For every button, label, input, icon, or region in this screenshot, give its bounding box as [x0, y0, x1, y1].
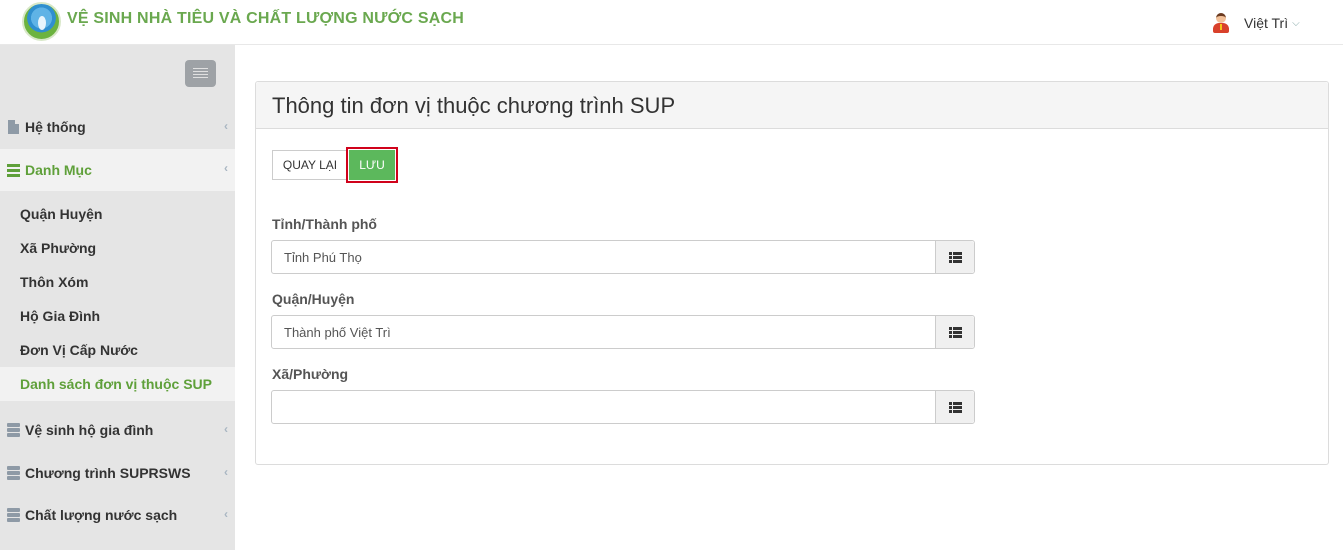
sidebar-subitem-ho-gia-dinh[interactable]: Hộ Gia Đình — [0, 299, 235, 333]
sidebar-subitem-xa-phuong[interactable]: Xã Phường — [0, 231, 235, 265]
chevron-left-icon: ‹ — [224, 119, 228, 133]
user-avatar-icon — [1210, 12, 1232, 34]
sidebar-item-label: Chất lượng nước sạch — [25, 507, 178, 523]
sidebar-item-chuong-trinh-suprsws[interactable]: Chương trình SUPRSWS ‹ — [0, 453, 235, 493]
list-icon — [948, 326, 962, 338]
document-icon — [7, 120, 20, 135]
app-logo[interactable] — [22, 2, 61, 41]
ward-list-button[interactable] — [935, 391, 974, 423]
back-button[interactable]: QUAY LẠI — [272, 150, 348, 180]
top-header: VỆ SINH NHÀ TIÊU VÀ CHẤT LƯỢNG NƯỚC SẠCH… — [0, 0, 1343, 45]
server-icon — [7, 508, 20, 523]
sidebar: Hệ thống ‹ Danh Mục ‹ Quận Huyện Xã Phườ… — [0, 45, 235, 550]
chevron-left-icon: ‹ — [224, 507, 228, 521]
user-name: Việt Trì — [1244, 15, 1289, 31]
sidebar-subitem-don-vi-cap-nuoc[interactable]: Đơn Vị Cấp Nước — [0, 333, 235, 367]
sidebar-toggle-button[interactable] — [185, 60, 216, 87]
district-value: Thành phố Việt Trì — [284, 325, 391, 340]
sidebar-subitem-danh-sach-sup[interactable]: Danh sách đơn vị thuộc SUP — [0, 367, 235, 401]
list-icon — [948, 251, 962, 263]
district-field[interactable]: Thành phố Việt Trì — [271, 315, 975, 349]
user-menu[interactable]: Việt Trì ⌵ — [1210, 11, 1300, 35]
sidebar-item-he-thong[interactable]: Hệ thống ‹ — [0, 107, 235, 147]
district-label: Quận/Huyện — [272, 291, 355, 307]
list-icon — [948, 401, 962, 413]
ward-field[interactable] — [271, 390, 975, 424]
server-icon — [7, 466, 20, 481]
save-button-highlight: LƯU — [346, 147, 398, 183]
sidebar-item-chat-luong-nuoc-sach[interactable]: Chất lượng nước sạch ‹ — [0, 495, 235, 535]
sidebar-item-label: Hệ thống — [25, 119, 86, 135]
sidebar-subitem-thon-xom[interactable]: Thôn Xóm — [0, 265, 235, 299]
chevron-left-icon: ‹ — [224, 465, 228, 479]
sidebar-item-label: Chương trình SUPRSWS — [25, 465, 191, 481]
chevron-down-icon: ⌵ — [1292, 17, 1300, 29]
province-value: Tỉnh Phú Thọ — [284, 250, 362, 265]
sidebar-item-danh-muc[interactable]: Danh Mục ‹ — [0, 149, 235, 191]
server-icon — [7, 423, 20, 438]
ward-label: Xã/Phường — [272, 366, 349, 382]
district-list-button[interactable] — [935, 316, 974, 348]
sidebar-item-label: Vệ sinh hộ gia đình — [25, 422, 154, 438]
save-button[interactable]: LƯU — [349, 150, 395, 180]
page-title: Thông tin đơn vị thuộc chương trình SUP — [272, 93, 676, 118]
sup-unit-form-panel: Thông tin đơn vị thuộc chương trình SUP … — [255, 81, 1329, 465]
sidebar-subitem-quan-huyen[interactable]: Quận Huyện — [0, 197, 235, 231]
province-list-button[interactable] — [935, 241, 974, 273]
bars-icon — [7, 163, 20, 178]
province-field[interactable]: Tỉnh Phú Thọ — [271, 240, 975, 274]
chevron-left-icon: ‹ — [224, 161, 228, 175]
province-label: Tỉnh/Thành phố — [272, 216, 377, 232]
chevron-left-icon: ‹ — [224, 422, 228, 436]
sidebar-item-label: Danh Mục — [25, 162, 92, 178]
sidebar-item-ve-sinh-ho-gia-dinh[interactable]: Vệ sinh hộ gia đình ‹ — [0, 410, 235, 450]
app-title: VỆ SINH NHÀ TIÊU VÀ CHẤT LƯỢNG NƯỚC SẠCH — [67, 10, 464, 27]
panel-header: Thông tin đơn vị thuộc chương trình SUP — [256, 82, 1328, 129]
